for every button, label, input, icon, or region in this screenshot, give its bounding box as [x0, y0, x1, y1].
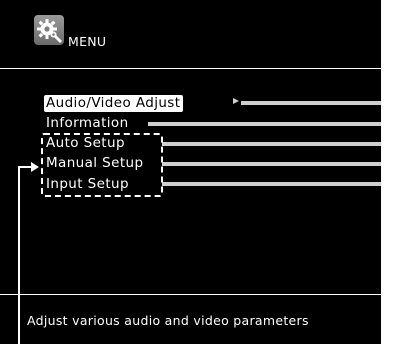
menu-item-information[interactable]: Information	[44, 115, 132, 132]
connector-line	[162, 142, 381, 146]
connector-line	[162, 162, 381, 166]
item-description: Adjust various audio and video parameter…	[27, 313, 309, 328]
dashed-highlight-box	[41, 133, 163, 197]
menu-item-label: Information	[46, 115, 129, 131]
arrow-right-icon	[18, 160, 40, 174]
menu-item-label: Audio/Video Adjust	[44, 95, 184, 112]
menu-title: MENU	[68, 34, 107, 49]
header-divider	[0, 68, 381, 69]
footer-divider	[0, 294, 381, 295]
menu-item-audio-video-adjust[interactable]: Audio/Video Adjust	[44, 95, 184, 112]
gear-wrench-icon	[34, 15, 64, 45]
connector-line	[241, 101, 381, 105]
connector-line	[162, 182, 381, 186]
callout-line	[18, 168, 20, 344]
menu-screen: MENU Audio/Video Adjust Information Auto…	[0, 0, 381, 344]
pointer-icon	[233, 98, 239, 104]
connector-line	[148, 122, 381, 126]
